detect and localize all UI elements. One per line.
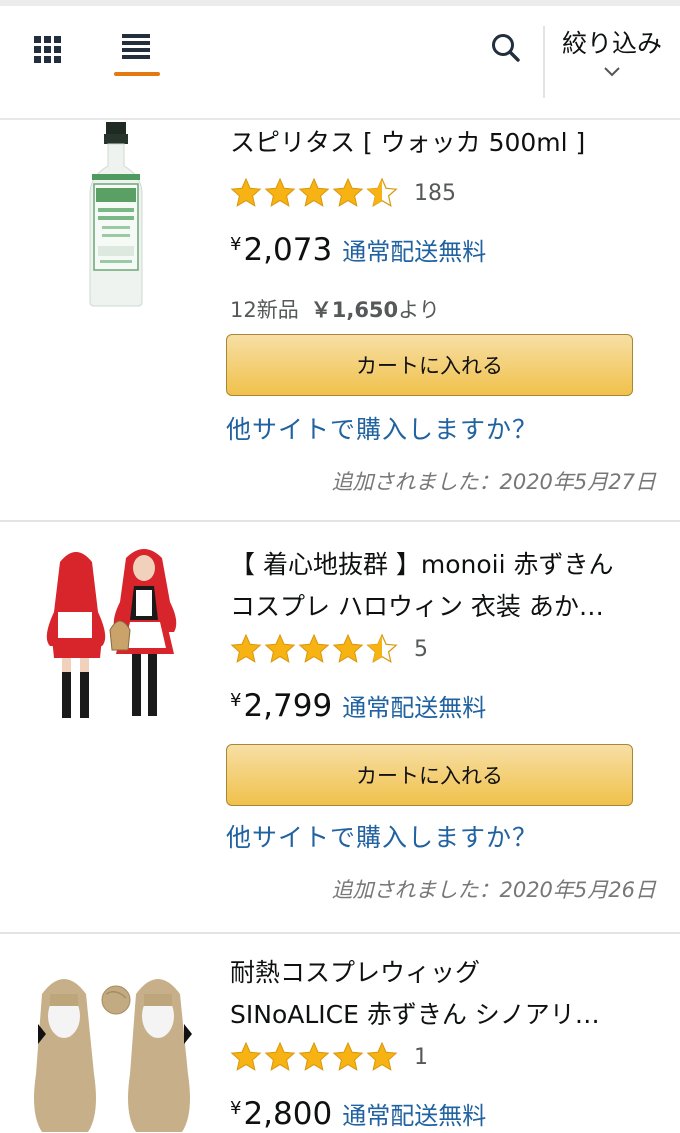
list-item: 【 着心地抜群 】monoii 赤ずきん コスプレ ハロウィン 衣装 あか… 5… (0, 524, 680, 932)
star-icon-full (230, 1041, 262, 1071)
title-line: スピリタス [ ウォッカ 500ml ] (230, 128, 586, 157)
product-title[interactable]: 【 着心地抜群 】monoii 赤ずきん コスプレ ハロウィン 衣装 あか… (230, 544, 655, 628)
star-icon-full (298, 1041, 330, 1071)
filter-label: 絞り込み (561, 29, 662, 58)
title-line: コスプレ ハロウィン 衣装 あか… (230, 592, 604, 621)
active-view-indicator (114, 72, 160, 76)
price-row: ¥ 2,800 通常配送無料 (230, 1096, 486, 1133)
price: 2,073 (243, 232, 333, 268)
rating-count: 185 (414, 180, 456, 206)
product-image-wig[interactable] (24, 964, 206, 1133)
star-icon-full (298, 633, 330, 663)
price-row: ¥ 2,073 通常配送無料 (230, 232, 486, 276)
star-icon-full (230, 633, 262, 663)
price: 2,799 (243, 688, 333, 724)
results-toolbar: 絞り込み (0, 0, 680, 120)
list-item: スピリタス [ ウォッカ 500ml ] 185 ¥ 2,073 通常配送無料 … (0, 122, 680, 520)
star-rating (230, 177, 398, 209)
product-image-vodka-bottle[interactable] (84, 122, 148, 308)
rating-count: 1 (414, 1044, 428, 1070)
star-rating (230, 1041, 398, 1073)
title-line: SINoALICE 赤ずきん シノアリ… (230, 1000, 600, 1029)
star-icon-full (298, 177, 330, 207)
star-icon-full (332, 177, 364, 207)
added-date: 追加されました：2020年5月26日 (331, 878, 656, 902)
star-icon-full (332, 1041, 364, 1071)
offers-suffix: より (398, 298, 440, 322)
other-site-link[interactable]: 他サイトで購入しますか？ (226, 410, 538, 446)
product-image-red-hood-costume[interactable] (40, 542, 192, 728)
shipping-info: 通常配送無料 (342, 694, 487, 722)
shipping-info: 通常配送無料 (342, 238, 487, 266)
rating[interactable]: 5 (230, 632, 428, 666)
rating-count: 5 (414, 636, 428, 662)
filter-button[interactable]: 絞り込み (548, 22, 676, 98)
toolbar-divider (543, 26, 545, 98)
offers-count: 12新品 (230, 298, 299, 322)
currency-symbol: ¥ (230, 234, 242, 255)
shipping-info: 通常配送無料 (342, 1102, 487, 1130)
price-row: ¥ 2,799 通常配送無料 (230, 688, 486, 732)
title-line: 耐熱コスプレウィッグ (230, 958, 481, 987)
title-line: 【 着心地抜群 】monoii 赤ずきん (230, 550, 614, 579)
top-edge (0, 0, 680, 6)
add-to-cart-button[interactable]: カートに入れる (226, 334, 633, 396)
add-to-cart-button[interactable]: カートに入れる (226, 744, 633, 806)
currency-symbol: ¥ (230, 690, 242, 711)
item-divider (0, 520, 680, 522)
star-icon-full (264, 633, 296, 663)
star-icon-half (366, 177, 398, 208)
offers-price: ￥1,650 (310, 298, 399, 322)
rating[interactable]: 185 (230, 176, 456, 210)
star-icon-full (230, 177, 262, 207)
currency-symbol: ¥ (230, 1098, 242, 1119)
list-view-button[interactable] (110, 26, 162, 78)
add-to-cart-label: カートに入れる (356, 354, 503, 378)
grid-view-icon[interactable] (34, 36, 62, 64)
star-icon-full (264, 1041, 296, 1071)
other-offers[interactable]: 12新品 ￥1,650 より (230, 294, 440, 326)
star-icon-full (264, 177, 296, 207)
add-to-cart-label: カートに入れる (356, 764, 503, 788)
rating[interactable]: 1 (230, 1040, 428, 1074)
list-view-icon (122, 34, 150, 59)
star-rating (230, 633, 398, 665)
list-item: 耐熱コスプレウィッグ SINoALICE 赤ずきん シノアリ… 1 ¥ 2,80… (0, 936, 680, 1133)
star-icon-half (366, 633, 398, 664)
price: 2,800 (243, 1096, 333, 1132)
star-icon-full (366, 1041, 398, 1071)
search-icon[interactable] (488, 30, 524, 66)
other-site-link[interactable]: 他サイトで購入しますか？ (226, 818, 538, 854)
chevron-down-icon (604, 67, 620, 77)
product-title[interactable]: 耐熱コスプレウィッグ SINoALICE 赤ずきん シノアリ… (230, 952, 655, 1036)
product-title[interactable]: スピリタス [ ウォッカ 500ml ] (230, 122, 655, 164)
star-icon-full (332, 633, 364, 663)
added-date: 追加されました：2020年5月27日 (331, 470, 656, 494)
item-divider (0, 932, 680, 934)
